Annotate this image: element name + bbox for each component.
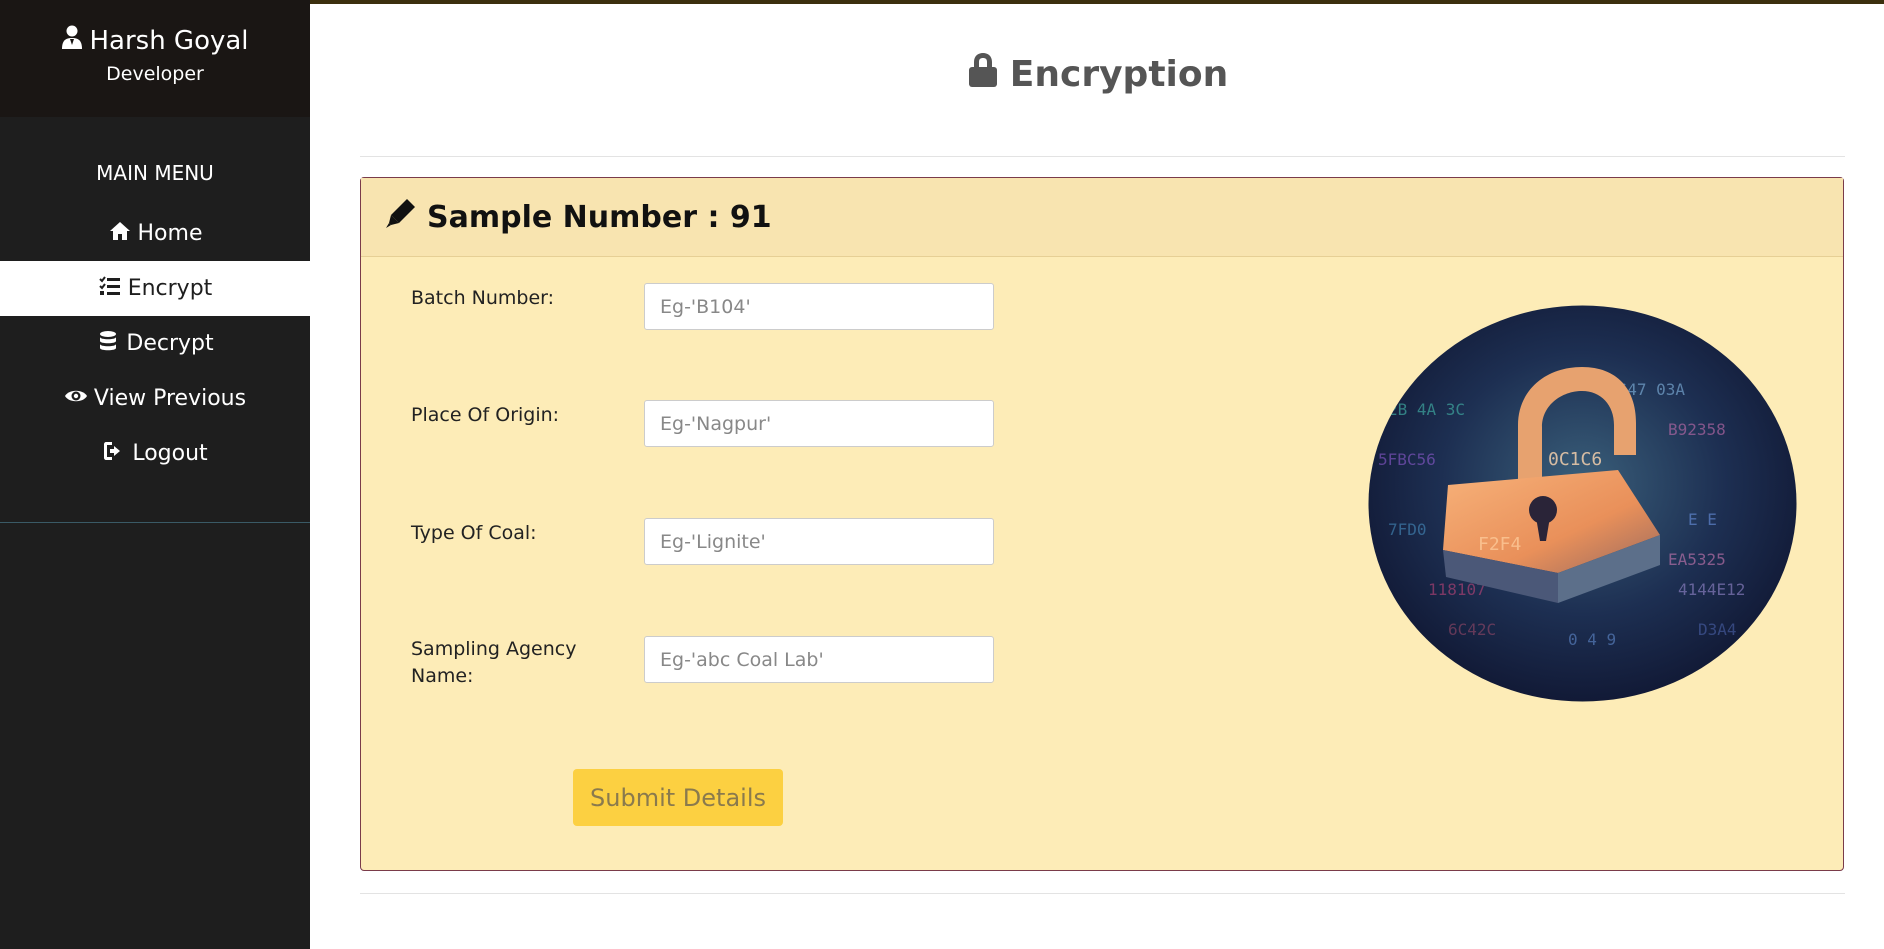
- sidebar-item-logout[interactable]: Logout: [0, 426, 310, 481]
- sidebar-item-home[interactable]: Home: [0, 206, 310, 261]
- page-title: Encryption: [310, 52, 1884, 97]
- profile-role: Developer: [106, 63, 204, 85]
- home-icon: [108, 219, 132, 249]
- profile-name-row: Harsh Goyal: [0, 0, 310, 58]
- bottom-divider: [360, 893, 1845, 894]
- database-icon: [96, 329, 120, 359]
- sidebar-item-label: Home: [137, 221, 203, 246]
- menu-title: MAIN MENU: [96, 161, 214, 185]
- type-of-coal-label: Type Of Coal:: [411, 522, 537, 544]
- sampling-agency-label: Sampling Agency Name:: [411, 638, 577, 687]
- eye-icon: [64, 384, 88, 414]
- svg-text:B92358: B92358: [1668, 420, 1726, 439]
- svg-text:D3A4: D3A4: [1698, 620, 1737, 639]
- svg-text:5FBC56: 5FBC56: [1378, 450, 1436, 469]
- svg-text:F2F4: F2F4: [1478, 534, 1521, 555]
- svg-text:6C42C: 6C42C: [1448, 620, 1496, 639]
- batch-number-label: Batch Number:: [411, 287, 555, 309]
- pen-icon: [385, 197, 417, 237]
- sidebar-item-view-previous[interactable]: View Previous: [0, 371, 310, 426]
- card-title: Sample Number : 91: [427, 199, 772, 235]
- profile-name: Harsh Goyal: [89, 26, 249, 56]
- page-title-text: Encryption: [1009, 54, 1229, 95]
- place-of-origin-label: Place Of Origin:: [411, 404, 560, 426]
- profile-section: Harsh Goyal Developer: [0, 0, 310, 117]
- sidebar-item-label: Logout: [132, 441, 208, 466]
- svg-text:0 4 9: 0 4 9: [1568, 630, 1616, 649]
- padlock-image: 2B 4A 3C 1647 03A B92358 5FBC56 E E EA53…: [1368, 305, 1797, 702]
- sampling-agency-input[interactable]: [644, 636, 994, 683]
- sidebar: Harsh Goyal Developer MAIN MENU Home Enc…: [0, 0, 310, 949]
- top-stripe: [310, 0, 1884, 4]
- place-of-origin-input[interactable]: [644, 400, 994, 447]
- lock-icon: [966, 52, 1000, 97]
- svg-text:E E: E E: [1688, 510, 1717, 529]
- sample-form-card: Sample Number : 91 Batch Number: Place O…: [360, 177, 1844, 871]
- sidebar-item-label: View Previous: [93, 386, 247, 411]
- svg-text:7FD0: 7FD0: [1388, 520, 1427, 539]
- card-header: Sample Number : 91: [361, 178, 1843, 257]
- svg-text:0C1C6: 0C1C6: [1548, 449, 1602, 470]
- svg-text:2B 4A 3C: 2B 4A 3C: [1388, 400, 1465, 419]
- type-of-coal-input[interactable]: [644, 518, 994, 565]
- sign-out-icon: [102, 439, 126, 469]
- svg-text:EA5325: EA5325: [1668, 550, 1726, 569]
- user-icon: [61, 24, 83, 58]
- top-divider: [360, 156, 1845, 157]
- sidebar-item-label: Decrypt: [126, 331, 214, 356]
- svg-text:4144E12: 4144E12: [1678, 580, 1745, 599]
- list-check-icon: [98, 274, 122, 304]
- submit-details-button[interactable]: Submit Details: [573, 769, 783, 826]
- batch-number-input[interactable]: [644, 283, 994, 330]
- sidebar-divider: [0, 522, 310, 523]
- sidebar-item-label: Encrypt: [127, 276, 213, 301]
- sidebar-item-encrypt[interactable]: Encrypt: [0, 261, 310, 316]
- sidebar-item-decrypt[interactable]: Decrypt: [0, 316, 310, 371]
